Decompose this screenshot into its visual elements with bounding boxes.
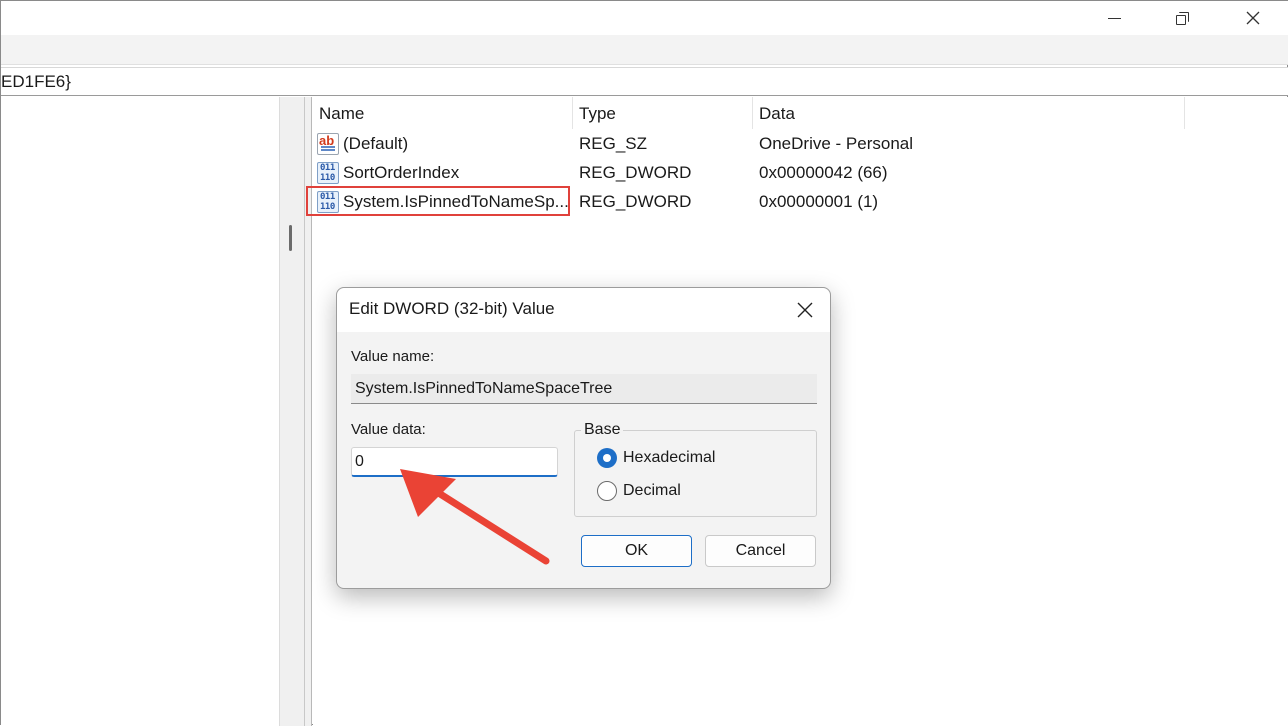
key-tree-pane[interactable] — [1, 97, 279, 726]
radio-label: Hexadecimal — [623, 449, 716, 466]
value-name: (Default) — [343, 134, 409, 153]
reg-sz-icon: ab — [317, 133, 339, 155]
menu-bar — [1, 35, 1288, 65]
close-icon — [1246, 11, 1260, 25]
column-header-name[interactable]: Name — [313, 97, 573, 129]
value-name-field: System.IsPinnedToNameSpaceTree — [351, 374, 817, 404]
value-data: OneDrive - Personal — [759, 134, 914, 153]
close-window-button[interactable] — [1230, 1, 1276, 35]
radio-hexadecimal[interactable]: Hexadecimal — [597, 448, 715, 468]
close-icon — [797, 302, 813, 318]
radio-unchecked-icon — [597, 481, 617, 501]
reg-dword-icon: 011 110 — [317, 191, 339, 213]
radio-label: Decimal — [623, 482, 681, 499]
value-type: REG_DWORD — [579, 192, 692, 211]
reg-dword-icon: 011 110 — [317, 162, 339, 184]
radio-checked-icon — [597, 448, 617, 468]
value-data: 0x00000001 (1) — [759, 192, 879, 211]
restore-icon — [1175, 11, 1189, 25]
registry-editor-window: ED1FE6} Name Type Data ab (Default) REG_… — [0, 0, 1288, 726]
ok-button[interactable]: OK — [581, 535, 692, 567]
minimize-button[interactable] — [1091, 1, 1137, 35]
address-bar[interactable]: ED1FE6} — [1, 67, 1288, 96]
value-type: REG_SZ — [579, 134, 648, 153]
value-type: REG_DWORD — [579, 163, 692, 182]
title-bar — [1, 1, 1288, 35]
dialog-title-bar: Edit DWORD (32-bit) Value — [337, 288, 830, 332]
radio-decimal[interactable]: Decimal — [597, 481, 681, 501]
minimize-icon — [1107, 17, 1121, 19]
column-header-data[interactable]: Data — [753, 97, 1185, 129]
address-path: ED1FE6} — [1, 72, 71, 91]
list-item-default[interactable]: ab (Default) REG_SZ OneDrive - Personal — [313, 130, 1213, 159]
restore-button[interactable] — [1159, 1, 1205, 35]
value-name: SortOrderIndex — [343, 163, 460, 182]
cancel-button[interactable]: Cancel — [705, 535, 816, 567]
value-data-label: Value data: — [351, 421, 426, 438]
dialog-title: Edit DWORD (32-bit) Value — [349, 299, 555, 318]
list-item-sortorderindex[interactable]: 011 110 SortOrderIndex REG_DWORD 0x000000… — [313, 159, 1213, 188]
value-data: 0x00000042 (66) — [759, 163, 888, 182]
scrollbar-thumb[interactable] — [289, 225, 292, 251]
column-header-type[interactable]: Type — [573, 97, 753, 129]
value-name-label: Value name: — [351, 348, 435, 365]
list-item-ispinned[interactable]: 011 110 System.IsPinnedToNameSp... REG_DW… — [306, 186, 1213, 217]
base-label: Base — [581, 421, 624, 439]
annotation-arrow-icon — [400, 469, 550, 565]
dialog-close-button[interactable] — [785, 292, 825, 328]
value-name: System.IsPinnedToNameSp... — [343, 192, 569, 211]
base-group: Hexadecimal Decimal — [574, 430, 817, 517]
